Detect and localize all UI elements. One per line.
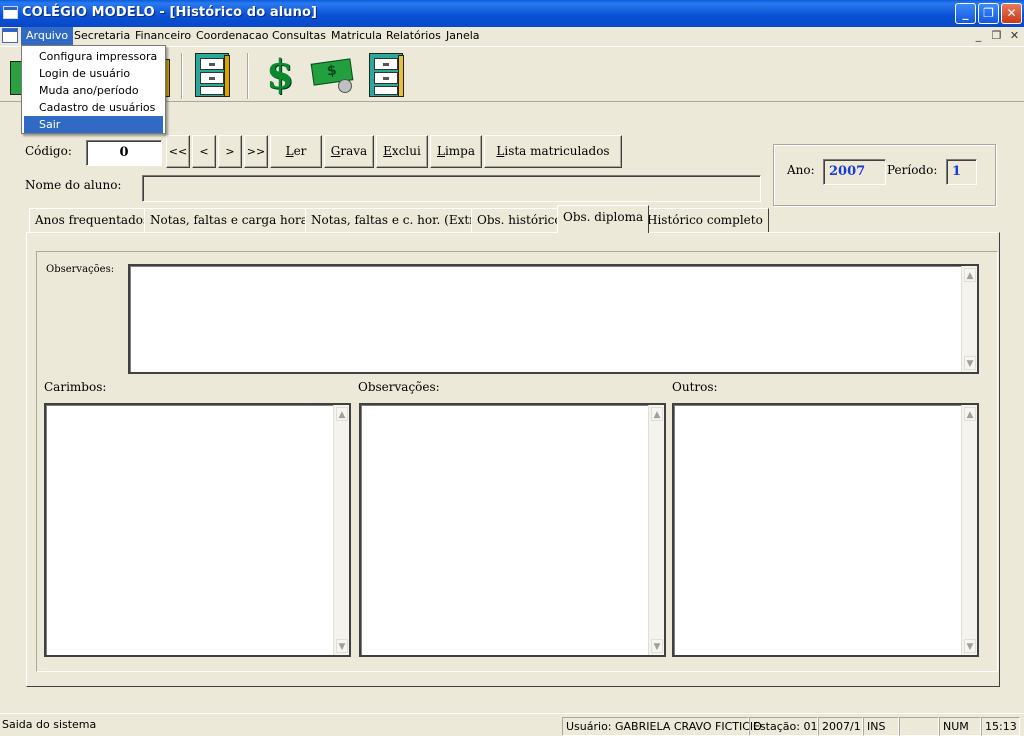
codigo-label: Código: bbox=[25, 144, 72, 158]
window-title: COLÉGIO MODELO - [Histórico do aluno] bbox=[22, 5, 318, 20]
menu-relatorios[interactable]: Relatórios bbox=[381, 27, 446, 45]
tab-obs-historico[interactable]: Obs. histórico bbox=[471, 208, 568, 232]
next-record-button[interactable]: > bbox=[218, 135, 242, 168]
scroll-up-icon[interactable]: ▲ bbox=[964, 268, 976, 282]
carimbos-scrollbar[interactable]: ▲ ▼ bbox=[333, 405, 349, 655]
tab-historico-completo[interactable]: Histórico completo bbox=[641, 208, 769, 232]
status-caps bbox=[899, 717, 939, 736]
menu-secretaria[interactable]: Secretaria bbox=[69, 27, 135, 45]
scroll-up-icon[interactable]: ▲ bbox=[336, 407, 348, 421]
status-usuario: Usuário: GABRIELA CRAVO FICTICIO bbox=[562, 717, 762, 736]
observacoes-scrollbar[interactable]: ▲ ▼ bbox=[648, 405, 664, 655]
status-estacao: Estação: 01 bbox=[749, 717, 818, 736]
exclui-button[interactable]: Exclui bbox=[376, 135, 428, 168]
menu-bar: Arquivo Secretaria Financeiro Coordenaca… bbox=[0, 27, 1024, 45]
menu-coordenacao[interactable]: Coordenacao bbox=[191, 27, 273, 45]
app-window-icon[interactable] bbox=[3, 6, 18, 19]
arquivo-dropdown-menu: Configura impressora Login de usuário Mu… bbox=[21, 45, 166, 134]
outros-label: Outros: bbox=[672, 380, 718, 394]
tab-notas-extras[interactable]: Notas, faltas e c. hor. (Extras) bbox=[305, 208, 499, 232]
status-time: 15:13 bbox=[981, 717, 1020, 736]
dollar-icon[interactable]: $ bbox=[256, 51, 304, 99]
ler-button[interactable]: Ler bbox=[270, 135, 322, 168]
carimbos-textarea[interactable]: ▲ ▼ bbox=[44, 403, 351, 657]
scroll-up-icon[interactable]: ▲ bbox=[964, 407, 976, 421]
codigo-input[interactable]: 0 bbox=[86, 140, 162, 166]
mdi-close-button[interactable]: ✕ bbox=[1007, 29, 1022, 43]
tab-anos-frequentados[interactable]: Anos frequentados bbox=[29, 208, 156, 232]
status-message: Saida do sistema bbox=[2, 718, 97, 731]
status-num: NUM bbox=[939, 717, 981, 736]
last-record-button[interactable]: >> bbox=[244, 135, 268, 168]
periodo-value: 1 bbox=[946, 159, 977, 185]
lista-matriculados-button[interactable]: Lista matriculados bbox=[484, 135, 622, 168]
menu-janela[interactable]: Janela bbox=[441, 27, 485, 45]
grava-button[interactable]: Grava bbox=[324, 135, 374, 168]
menu-matricula[interactable]: Matricula bbox=[326, 27, 387, 45]
observacoes-top-textarea[interactable]: ▲ ▼ bbox=[128, 264, 979, 374]
observacoes-label: Observações: bbox=[358, 380, 440, 394]
toolbar-separator bbox=[181, 53, 183, 99]
menu-consultas[interactable]: Consultas bbox=[267, 27, 331, 45]
status-periodo: 2007/1 bbox=[818, 717, 863, 736]
ano-label: Ano: bbox=[787, 163, 815, 177]
minimize-button[interactable]: _ bbox=[955, 3, 976, 24]
menu-arquivo[interactable]: Arquivo bbox=[21, 27, 74, 45]
menu-configura-impressora[interactable]: Configura impressora bbox=[24, 48, 163, 65]
menu-cadastro-usuarios[interactable]: Cadastro de usuários bbox=[24, 99, 163, 116]
scroll-up-icon[interactable]: ▲ bbox=[651, 407, 663, 421]
toolbar-separator-2 bbox=[247, 53, 249, 99]
tab-obs-diploma[interactable]: Obs. diploma bbox=[557, 205, 650, 233]
title-bar[interactable]: COLÉGIO MODELO - [Histórico do aluno] _ … bbox=[0, 0, 1024, 27]
outros-scrollbar[interactable]: ▲ ▼ bbox=[961, 405, 977, 655]
mdi-child-window-icon[interactable] bbox=[2, 28, 18, 43]
money-icon[interactable] bbox=[310, 51, 358, 99]
menu-login-usuario[interactable]: Login de usuário bbox=[24, 65, 163, 82]
periodo-label: Período: bbox=[887, 163, 938, 177]
observacoes-top-label: Observações: bbox=[46, 264, 115, 275]
outros-textarea[interactable]: ▲ ▼ bbox=[672, 403, 979, 657]
mdi-minimize-button[interactable]: _ bbox=[971, 29, 986, 43]
observacoes-top-scrollbar[interactable]: ▲ ▼ bbox=[961, 266, 977, 372]
maximize-button[interactable]: ❐ bbox=[978, 3, 999, 24]
menu-muda-ano-periodo[interactable]: Muda ano/período bbox=[24, 82, 163, 99]
scroll-down-icon[interactable]: ▼ bbox=[964, 356, 976, 370]
limpa-button[interactable]: Limpa bbox=[430, 135, 482, 168]
scroll-down-icon[interactable]: ▼ bbox=[651, 639, 663, 653]
tab-notas-faltas[interactable]: Notas, faltas e carga horaria bbox=[144, 208, 331, 232]
file-cabinet-icon[interactable] bbox=[188, 51, 236, 99]
ano-value: 2007 bbox=[823, 159, 886, 185]
first-record-button[interactable]: << bbox=[166, 135, 190, 168]
close-button[interactable]: ✕ bbox=[1001, 3, 1022, 24]
file-cabinet-open-icon[interactable] bbox=[362, 51, 410, 99]
carimbos-label: Carimbos: bbox=[44, 380, 107, 394]
nome-aluno-label: Nome do aluno: bbox=[25, 178, 122, 192]
status-bar: Saida do sistema Usuário: GABRIELA CRAVO… bbox=[0, 713, 1024, 736]
mdi-restore-button[interactable]: ❐ bbox=[989, 29, 1004, 43]
nome-aluno-field[interactable] bbox=[142, 175, 761, 202]
status-ins: INS bbox=[863, 717, 899, 736]
previous-record-button[interactable]: < bbox=[192, 135, 216, 168]
menu-sair[interactable]: Sair bbox=[24, 116, 163, 133]
scroll-down-icon[interactable]: ▼ bbox=[964, 639, 976, 653]
menu-financeiro[interactable]: Financeiro bbox=[130, 27, 196, 45]
observacoes-textarea[interactable]: ▲ ▼ bbox=[359, 403, 666, 657]
scroll-down-icon[interactable]: ▼ bbox=[336, 639, 348, 653]
